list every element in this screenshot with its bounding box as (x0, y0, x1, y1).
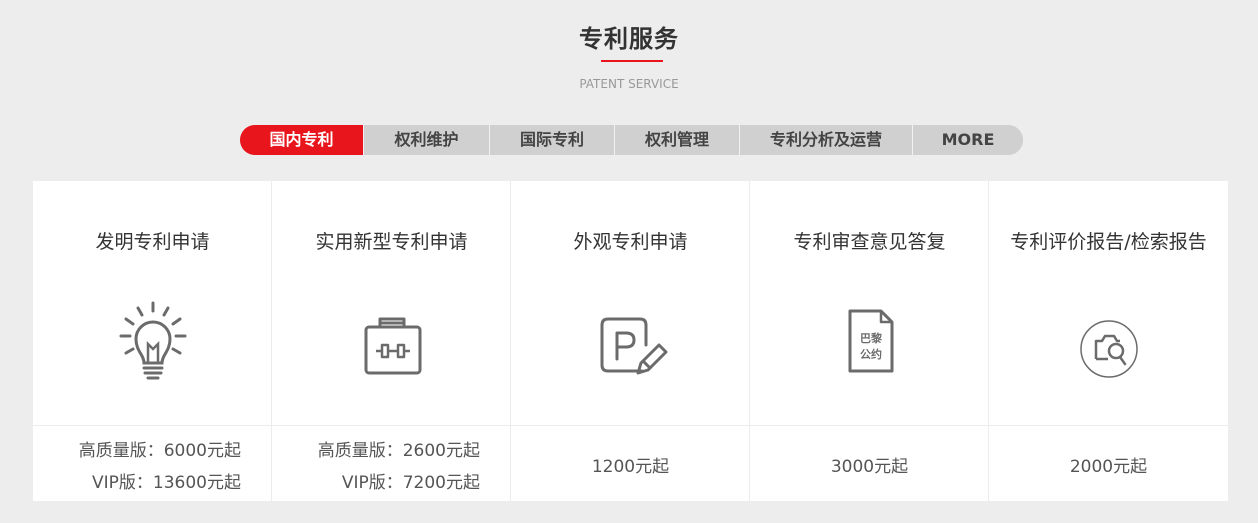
price: 3000元起 (830, 457, 909, 477)
card-title: 实用新型专利申请 (315, 231, 468, 253)
search-report-icon (1080, 320, 1138, 378)
paris-convention-document-icon: 巴黎 公约 (848, 309, 894, 373)
tab-rights-management[interactable]: 权利管理 (615, 125, 740, 155)
price-vip: VIP版：13600元起 (92, 473, 241, 493)
service-card-design[interactable]: 外观专利申请 1200元起 (511, 181, 750, 501)
tab-domestic-patent[interactable]: 国内专利 (240, 125, 364, 155)
toolbox-icon (364, 317, 422, 375)
service-card-office-action-response[interactable]: 专利审查意见答复 巴黎 公约 3000元起 (750, 181, 989, 501)
tab-more[interactable]: MORE (913, 125, 1023, 155)
card-title: 发明专利申请 (95, 231, 210, 253)
service-cards: 发明专利申请 高质量版：6000元起 VIP版：13600元起 实用新型专利申请 (33, 181, 1228, 501)
card-divider (989, 425, 1228, 426)
card-title: 专利评价报告/检索报告 (1010, 231, 1207, 253)
service-card-utility-model[interactable]: 实用新型专利申请 高质量版：2600元起 VIP版：7200元起 (272, 181, 511, 501)
price-vip: VIP版：7200元起 (341, 473, 480, 493)
card-title: 专利审查意见答复 (793, 231, 946, 253)
price: 2000元起 (1069, 457, 1148, 477)
tab-rights-protection[interactable]: 权利维护 (364, 125, 490, 155)
icon-text-line1: 巴黎 (860, 331, 883, 345)
pencil-p-icon (600, 317, 668, 375)
service-tabs: 国内专利 权利维护 国际专利 权利管理 专利分析及运营 MORE (240, 125, 1023, 155)
card-divider (272, 425, 510, 426)
tab-international-patent[interactable]: 国际专利 (490, 125, 615, 155)
price-standard: 高质量版：6000元起 (78, 441, 241, 461)
card-title: 外观专利申请 (573, 231, 688, 253)
icon-text-line2: 公约 (860, 347, 882, 361)
service-card-invention[interactable]: 发明专利申请 高质量版：6000元起 VIP版：13600元起 (33, 181, 272, 501)
card-divider (750, 425, 988, 426)
title-underline (601, 60, 663, 62)
section-subtitle: PATENT SERVICE (579, 77, 679, 91)
price-standard: 高质量版：2600元起 (317, 441, 480, 461)
card-divider (511, 425, 749, 426)
section-title: 专利服务 (579, 25, 679, 53)
tab-patent-analysis[interactable]: 专利分析及运营 (740, 125, 913, 155)
lightbulb-icon (119, 301, 187, 380)
price: 1200元起 (591, 457, 670, 477)
card-divider (33, 425, 271, 426)
service-card-evaluation-report[interactable]: 专利评价报告/检索报告 2000元起 (989, 181, 1228, 501)
